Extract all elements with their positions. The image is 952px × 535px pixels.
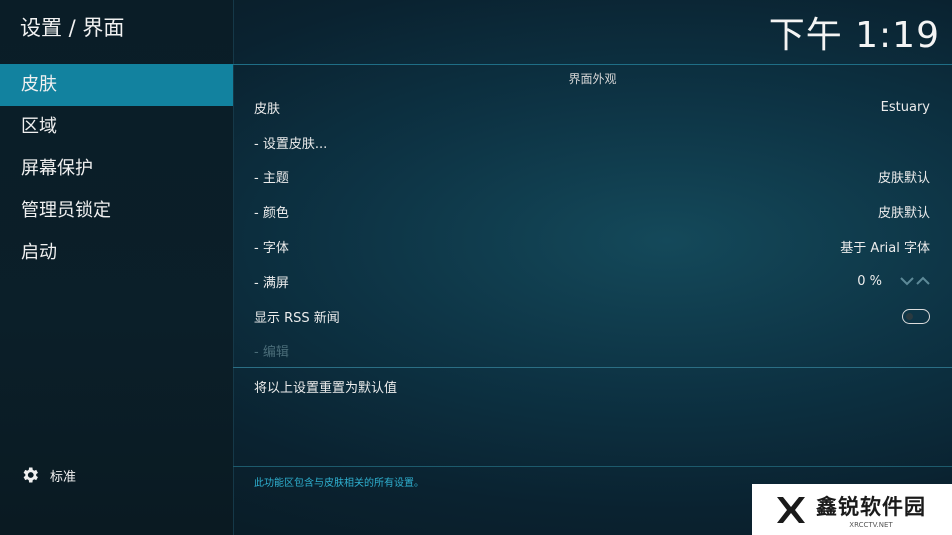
setting-value: 皮肤默认 — [877, 206, 930, 222]
setting-zoom[interactable]: - 满屏 0 % — [254, 264, 930, 299]
rss-toggle[interactable] — [902, 308, 930, 324]
setting-value: Estuary — [880, 99, 930, 115]
zoom-spinner — [900, 276, 930, 286]
sidebar-menu: 皮肤 区域 屏幕保护 管理员锁定 启动 — [0, 64, 233, 274]
settings-level-label: 标准 — [50, 469, 77, 485]
sidebar-item-startup[interactable]: 启动 — [0, 232, 233, 274]
zoom-value-wrap: 0 % — [857, 274, 930, 289]
setting-label: - 满屏 — [254, 275, 289, 291]
setting-edit: - 编辑 — [254, 334, 930, 369]
setting-show-rss[interactable]: 显示 RSS 新闻 — [254, 299, 930, 334]
sidebar-item-skin[interactable]: 皮肤 — [0, 64, 233, 106]
site-logo-icon — [777, 496, 805, 523]
reset-defaults-button[interactable]: 将以上设置重置为默认值 — [254, 377, 397, 396]
sidebar: 设置 / 界面 皮肤 区域 屏幕保护 管理员锁定 启动 标准 — [0, 0, 234, 535]
sidebar-item-regional[interactable]: 区域 — [0, 106, 233, 148]
setting-font[interactable]: - 字体 基于 Arial 字体 — [254, 229, 930, 264]
clock: 下午 1:19 — [768, 15, 940, 56]
settings-level-button[interactable]: 标准 — [20, 465, 76, 485]
setting-label: - 颜色 — [254, 206, 289, 222]
chevron-up-icon[interactable] — [916, 276, 930, 286]
setting-skin[interactable]: 皮肤 Estuary — [254, 90, 930, 125]
watermark: 鑫锐软件园 XRCCTV.NET — [752, 484, 952, 535]
setting-configure-skin[interactable]: - 设置皮肤... — [254, 125, 930, 160]
setting-value: 基于 Arial 字体 — [840, 241, 930, 257]
setting-label: - 设置皮肤... — [254, 136, 328, 152]
settings-list: 皮肤 Estuary - 设置皮肤... - 主题 皮肤默认 - 颜色 皮肤默认… — [254, 90, 930, 368]
setting-theme[interactable]: - 主题 皮肤默认 — [254, 160, 930, 195]
setting-label: 显示 RSS 新闻 — [254, 310, 340, 326]
section-title: 界面外观 — [568, 72, 617, 86]
setting-label: - 字体 — [254, 241, 289, 257]
sidebar-item-screensaver[interactable]: 屏幕保护 — [0, 148, 233, 190]
help-divider — [233, 466, 952, 467]
setting-colors[interactable]: - 颜色 皮肤默认 — [254, 194, 930, 229]
sidebar-item-master-lock[interactable]: 管理员锁定 — [0, 190, 233, 232]
setting-label: - 编辑 — [254, 345, 289, 361]
chevron-down-icon[interactable] — [900, 276, 914, 286]
page-title: 设置 / 界面 — [20, 16, 125, 40]
section-divider — [233, 367, 952, 368]
watermark-subtitle: XRCCTV.NET — [849, 520, 893, 529]
watermark-title: 鑫锐软件园 — [816, 494, 926, 519]
gear-icon — [23, 467, 38, 483]
setting-label: - 主题 — [254, 171, 289, 187]
setting-value: 皮肤默认 — [877, 171, 930, 187]
setting-value: 0 % — [857, 273, 882, 289]
help-text: 此功能区包含与皮肤相关的所有设置。 — [254, 478, 424, 489]
header-divider — [233, 64, 952, 65]
setting-label: 皮肤 — [254, 101, 281, 117]
